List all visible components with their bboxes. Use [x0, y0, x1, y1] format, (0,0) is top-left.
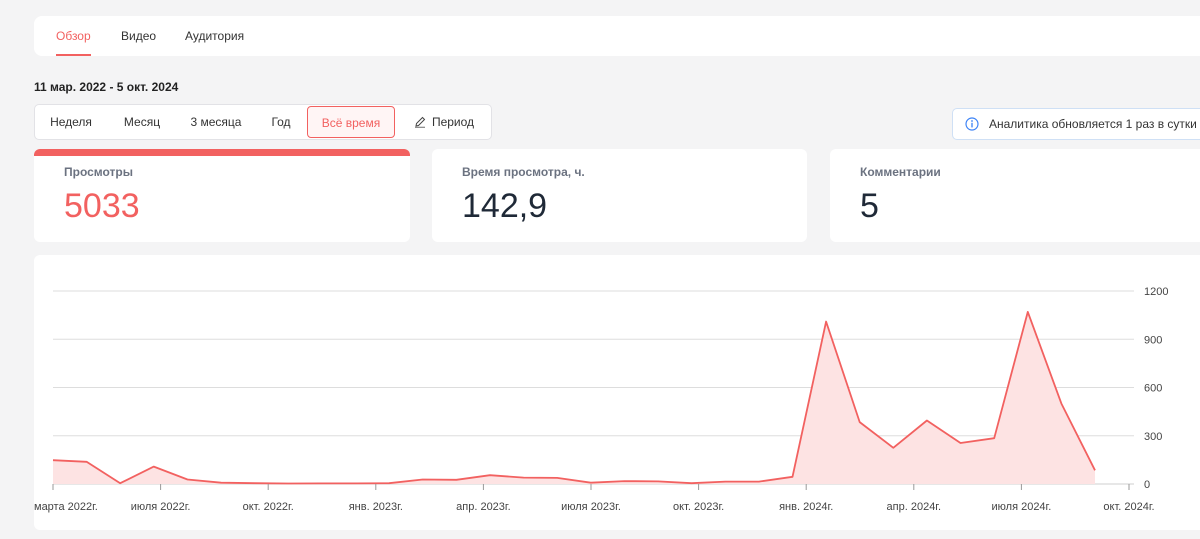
stat-label-watch-time: Время просмотра, ч. [462, 165, 585, 179]
stat-label-views: Просмотры [64, 165, 134, 179]
period-3months-button[interactable]: 3 месяца [177, 105, 255, 139]
x-tick-label: янв. 2024г. [779, 501, 833, 513]
x-tick-label: янв. 2023г. [349, 501, 403, 513]
stat-value-comments: 5 [860, 187, 879, 225]
stat-card-comments[interactable]: Комментарии 5 [830, 149, 1200, 242]
info-icon [965, 117, 979, 131]
info-notice: Аналитика обновляется 1 раз в сутки [952, 108, 1200, 140]
x-tick-label: окт. 2023г. [673, 501, 724, 513]
stat-card-watch-time[interactable]: Время просмотра, ч. 142,9 [432, 149, 807, 242]
stat-card-views[interactable]: Просмотры 5033 [34, 149, 410, 242]
y-tick-label: 0 [1144, 479, 1150, 491]
x-tick-label: марта 2022г. [34, 501, 98, 513]
period-month-button[interactable]: Месяц [107, 105, 177, 139]
x-tick-label: июля 2022г. [131, 501, 191, 513]
stat-value-watch-time: 142,9 [462, 187, 548, 225]
y-tick-label: 600 [1144, 383, 1162, 395]
views-chart: 0 300 600 900 1200 марта 2022г. июля 2022г. окт… [34, 286, 1168, 513]
x-tick-label: окт. 2024г. [1103, 501, 1154, 513]
info-text: Аналитика обновляется 1 раз в сутки [989, 117, 1197, 131]
period-custom-label: Период [431, 115, 475, 129]
tabs-bar: Обзор Видео Аудитория [34, 16, 1200, 56]
tab-audience[interactable]: Аудитория [185, 16, 244, 56]
date-range: 11 мар. 2022 - 5 окт. 2024 [34, 80, 179, 94]
y-tick-label: 900 [1144, 334, 1162, 346]
period-custom-button[interactable]: Период [399, 105, 489, 139]
views-chart-card: 0 300 600 900 1200 марта 2022г. июля 2022г. окт… [34, 255, 1200, 530]
period-selector: Неделя Месяц 3 месяца Год Всё время Пери… [34, 104, 492, 140]
x-tick-label: июля 2024г. [992, 501, 1052, 513]
views-area [53, 311, 1095, 484]
x-tick-label: окт. 2022г. [243, 501, 294, 513]
period-year-button[interactable]: Год [255, 105, 307, 139]
x-tick-label: июля 2023г. [561, 501, 621, 513]
period-week-button[interactable]: Неделя [35, 105, 107, 139]
stat-label-comments: Комментарии [860, 165, 941, 179]
stat-value-views: 5033 [64, 187, 140, 225]
y-tick-label: 300 [1144, 431, 1162, 443]
tab-overview[interactable]: Обзор [56, 16, 91, 56]
y-tick-label: 1200 [1144, 286, 1168, 298]
tab-video[interactable]: Видео [121, 16, 156, 56]
x-tick-label: апр. 2024г. [887, 501, 942, 513]
x-tick-label: апр. 2023г. [456, 501, 511, 513]
period-all-time-button[interactable]: Всё время [307, 106, 395, 138]
pencil-icon [414, 116, 426, 128]
